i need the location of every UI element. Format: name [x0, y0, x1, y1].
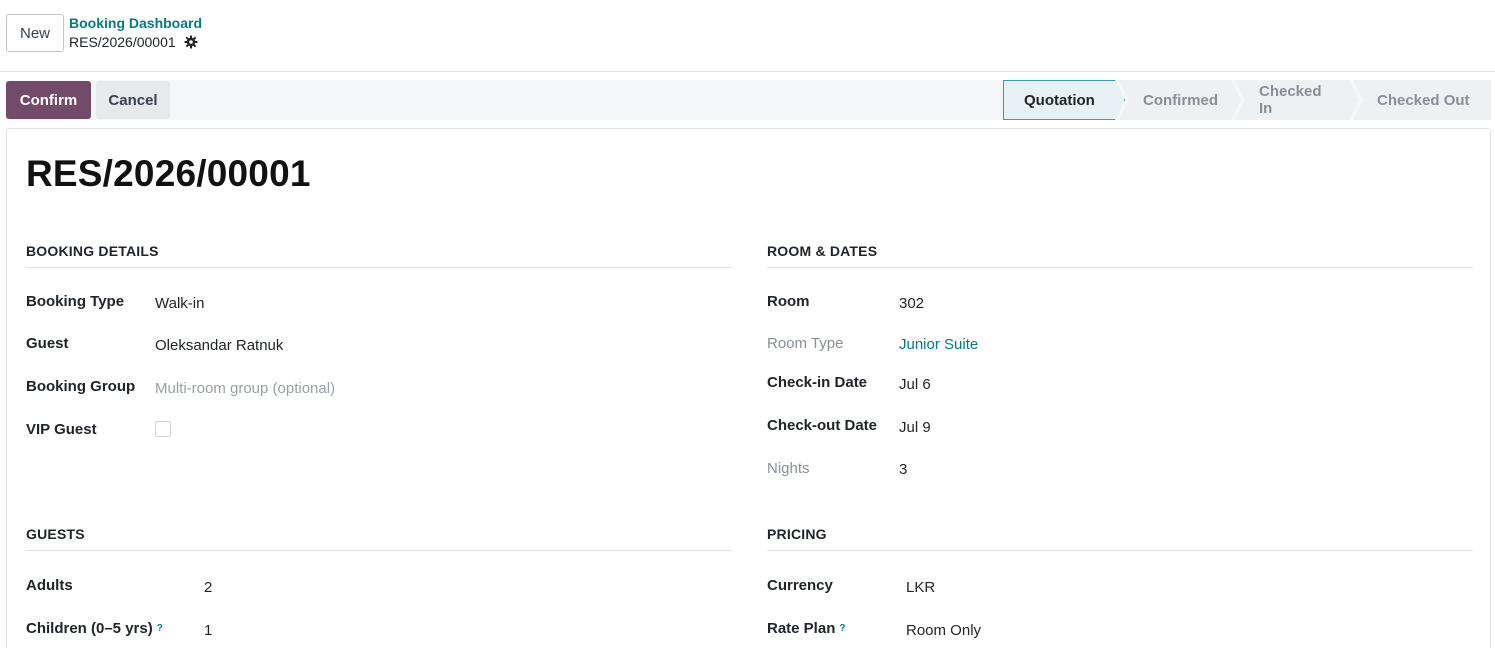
booking-type-row: Booking Type	[26, 293, 124, 310]
rate-plan-field[interactable]: Room Only	[906, 622, 981, 639]
guest-field[interactable]: Oleksandar Ratnuk	[155, 337, 283, 354]
cancel-button[interactable]: Cancel	[96, 81, 170, 119]
adults-row: Adults	[26, 577, 73, 594]
breadcrumb-current: RES/2026/00001	[69, 34, 198, 50]
confirm-button[interactable]: Confirm	[6, 81, 91, 119]
checkout-label: Check-out Date	[767, 417, 878, 434]
adults-field[interactable]: 2	[204, 579, 212, 596]
adults-label: Adults	[26, 577, 73, 594]
currency-label: Currency	[767, 577, 833, 594]
status-stages: Quotation Confirmed Checked In Checked O…	[1003, 80, 1491, 120]
room-field[interactable]: 302	[899, 295, 924, 312]
checkin-label: Check-in Date	[767, 374, 868, 391]
stage-confirmed[interactable]: Confirmed	[1119, 80, 1241, 120]
vip-guest-row: VIP Guest	[26, 421, 97, 438]
booking-group-label: Booking Group	[26, 378, 136, 395]
statusbar: Confirm Cancel Quotation Confirmed Check…	[6, 80, 1491, 120]
checkout-row: Check-out Date	[767, 417, 877, 434]
room-dates-group: ROOM & DATES	[767, 243, 1473, 268]
stage-checked-out[interactable]: Checked Out	[1353, 80, 1491, 120]
nights-value: 3	[899, 461, 908, 478]
nights-label: Nights	[767, 460, 810, 477]
breadcrumb-current-label: RES/2026/00001	[69, 34, 176, 50]
currency-row: Currency	[767, 577, 833, 594]
nights-row: Nights	[767, 460, 810, 477]
stage-checked-in[interactable]: Checked In	[1235, 80, 1359, 120]
currency-field[interactable]: LKR	[906, 579, 935, 596]
form-sheet: RES/2026/00001 BOOKING DETAILS Booking T…	[6, 128, 1491, 648]
children-row: Children (0–5 yrs) ?	[26, 620, 163, 637]
pricing-group: PRICING	[767, 526, 1473, 551]
room-row: Room	[767, 293, 810, 310]
guests-group: GUESTS	[26, 526, 732, 551]
new-button[interactable]: New	[6, 14, 64, 52]
checkin-row: Check-in Date	[767, 374, 867, 391]
room-type-label: Room Type	[767, 335, 844, 352]
control-panel: New Booking Dashboard RES/2026/00001	[0, 0, 1495, 72]
rate-plan-help-icon[interactable]: ?	[839, 623, 845, 634]
guest-label: Guest	[26, 335, 69, 352]
room-label: Room	[767, 293, 810, 310]
guests-title: GUESTS	[26, 526, 732, 551]
guest-row: Guest	[26, 335, 69, 352]
breadcrumb-booking-dashboard[interactable]: Booking Dashboard	[69, 15, 202, 31]
booking-type-label: Booking Type	[26, 293, 125, 310]
record-title: RES/2026/00001	[26, 153, 311, 194]
checkin-field[interactable]: Jul 6	[899, 376, 931, 393]
pricing-title: PRICING	[767, 526, 1473, 551]
rate-plan-label: Rate Plan	[767, 620, 836, 637]
children-label: Children (0–5 yrs)	[26, 620, 153, 637]
room-dates-title: ROOM & DATES	[767, 243, 1473, 268]
children-help-icon[interactable]: ?	[157, 623, 163, 634]
gear-icon[interactable]	[184, 35, 198, 49]
booking-details-title: BOOKING DETAILS	[26, 243, 732, 268]
booking-type-field[interactable]: Walk-in	[155, 295, 204, 312]
booking-group-field[interactable]: Multi-room group (optional)	[155, 380, 335, 397]
vip-guest-checkbox[interactable]	[155, 421, 171, 437]
rate-plan-row: Rate Plan ?	[767, 620, 845, 637]
checkout-field[interactable]: Jul 9	[899, 419, 931, 436]
stage-quotation[interactable]: Quotation	[1003, 80, 1125, 120]
booking-group-row: Booking Group	[26, 378, 135, 395]
room-type-link[interactable]: Junior Suite	[899, 336, 978, 353]
room-type-row: Room Type	[767, 335, 843, 352]
booking-details-group: BOOKING DETAILS	[26, 243, 732, 268]
vip-guest-label: VIP Guest	[26, 421, 97, 438]
children-field[interactable]: 1	[204, 622, 212, 639]
